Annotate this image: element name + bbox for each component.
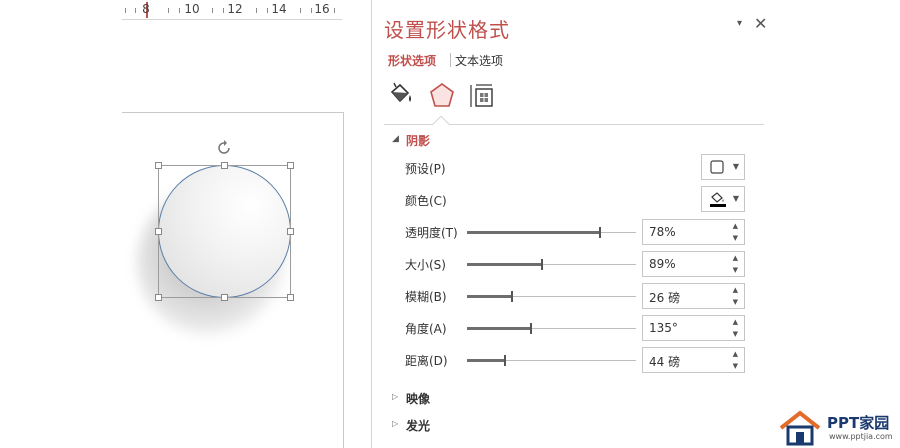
slider-fill [467, 359, 504, 362]
resize-handle-bottom-right[interactable] [287, 294, 294, 301]
slider-thumb[interactable] [504, 355, 506, 366]
ruler-tick [267, 8, 268, 13]
pane-options-icon[interactable]: ▾ [737, 18, 742, 29]
tab-text-options[interactable]: 文本选项 [455, 52, 503, 69]
ruler-tick [223, 8, 224, 13]
resize-handle-top-left[interactable] [155, 162, 162, 169]
size-properties-icon[interactable] [468, 82, 498, 110]
slider-thumb[interactable] [541, 259, 543, 270]
size-value[interactable]: 89% [649, 257, 676, 271]
section-collapsed-arrow-icon[interactable]: ▷ [392, 392, 398, 401]
size-label: 大小(S) [405, 258, 446, 272]
section-expanded-arrow-icon[interactable]: ◢ [392, 134, 399, 144]
active-category-pointer [432, 115, 450, 133]
resize-handle-top[interactable] [221, 162, 228, 169]
distance-slider[interactable] [467, 355, 636, 366]
ruler-label: 16 [314, 2, 330, 16]
rotate-handle-icon[interactable] [216, 140, 232, 156]
ruler-tick [125, 8, 126, 13]
blur-label: 模糊(B) [405, 290, 447, 304]
angle-label: 角度(A) [405, 322, 447, 336]
distance-spinner[interactable]: 44 磅 ▲ ▼ [642, 347, 745, 373]
ruler-label: 14 [271, 2, 287, 16]
resize-handle-left[interactable] [155, 228, 162, 235]
close-icon[interactable]: ✕ [754, 14, 767, 33]
transparency-slider[interactable] [467, 227, 636, 238]
blur-spinner[interactable]: 26 磅 ▲ ▼ [642, 283, 745, 309]
ruler-tick [300, 8, 301, 13]
ruler-label: 10 [184, 2, 200, 16]
distance-value[interactable]: 44 磅 [649, 353, 680, 370]
ruler-tick [311, 8, 312, 13]
shadow-preset-picker[interactable]: ▼ [701, 154, 745, 180]
slider-thumb[interactable] [511, 291, 513, 302]
slider-fill [467, 295, 511, 298]
effects-icon[interactable] [427, 82, 457, 110]
ruler-label: 12 [227, 2, 243, 16]
section-collapsed-arrow-icon[interactable]: ▷ [392, 419, 398, 428]
spin-down-icon[interactable]: ▼ [733, 362, 738, 370]
resize-handle-bottom[interactable] [221, 294, 228, 301]
spin-down-icon[interactable]: ▼ [733, 234, 738, 242]
spin-down-icon[interactable]: ▼ [733, 330, 738, 338]
transparency-spinner[interactable]: 78% ▲ ▼ [642, 219, 745, 245]
preset-label: 预设(P) [405, 162, 446, 176]
slide-canvas-area: 8 10 12 14 16 [0, 0, 371, 448]
ruler-tick [179, 8, 180, 13]
transparency-value[interactable]: 78% [649, 225, 676, 239]
blur-value[interactable]: 26 磅 [649, 289, 680, 306]
chevron-down-icon: ▼ [732, 194, 739, 203]
format-shape-pane: 设置形状格式 ▾ ✕ 形状选项 文本选项 ◢ 阴影 预设(P) ▼ 颜色(C) … [372, 0, 775, 448]
tab-separator [450, 53, 451, 67]
size-slider[interactable] [467, 259, 636, 270]
spin-up-icon[interactable]: ▲ [733, 350, 738, 358]
spin-down-icon[interactable]: ▼ [733, 266, 738, 274]
ruler-tick [135, 8, 136, 13]
fill-line-icon[interactable] [386, 82, 416, 110]
shadow-color-picker[interactable]: ▼ [701, 186, 745, 212]
ruler-tick [256, 8, 257, 13]
size-spinner[interactable]: 89% ▲ ▼ [642, 251, 745, 277]
watermark: PPT家园 www.pptjia.com [775, 408, 900, 448]
watermark-brand: PPT家园 [827, 414, 890, 432]
color-label: 颜色(C) [405, 194, 447, 208]
ruler-tick [212, 8, 213, 13]
right-margin [775, 0, 900, 448]
transparency-label: 透明度(T) [405, 226, 458, 240]
distance-label: 距离(D) [405, 354, 448, 368]
resize-handle-top-right[interactable] [287, 162, 294, 169]
resize-handle-bottom-left[interactable] [155, 294, 162, 301]
angle-spinner[interactable]: 135° ▲ ▼ [642, 315, 745, 341]
ruler-label: 8 [142, 2, 150, 16]
blur-slider[interactable] [467, 291, 636, 302]
slider-fill [467, 263, 541, 266]
angle-value[interactable]: 135° [649, 321, 678, 335]
chevron-down-icon: ▼ [732, 162, 739, 171]
spin-up-icon[interactable]: ▲ [733, 286, 738, 294]
ruler-tick [168, 8, 169, 13]
slider-thumb[interactable] [599, 227, 601, 238]
resize-handle-right[interactable] [287, 228, 294, 235]
spin-up-icon[interactable]: ▲ [733, 222, 738, 230]
shadow-section-header[interactable]: 阴影 [406, 132, 430, 149]
selection-box [158, 165, 291, 298]
ruler-tick [334, 8, 335, 13]
house-logo-icon [779, 410, 821, 446]
tab-shape-options[interactable]: 形状选项 [388, 52, 436, 69]
angle-slider[interactable] [467, 323, 636, 334]
spin-up-icon[interactable]: ▲ [733, 318, 738, 326]
canvas-gutter [0, 112, 122, 448]
reflection-section-header[interactable]: 映像 [406, 390, 430, 407]
slider-fill [467, 327, 530, 330]
watermark-url: www.pptjia.com [829, 432, 893, 441]
spin-up-icon[interactable]: ▲ [733, 254, 738, 262]
glow-section-header[interactable]: 发光 [406, 417, 430, 434]
paint-bucket-icon [710, 192, 726, 207]
pane-title: 设置形状格式 [384, 18, 510, 42]
spin-down-icon[interactable]: ▼ [733, 298, 738, 306]
horizontal-ruler[interactable]: 8 10 12 14 16 [122, 0, 342, 20]
preset-square-icon [710, 160, 724, 174]
slider-fill [467, 231, 599, 234]
slider-thumb[interactable] [530, 323, 532, 334]
